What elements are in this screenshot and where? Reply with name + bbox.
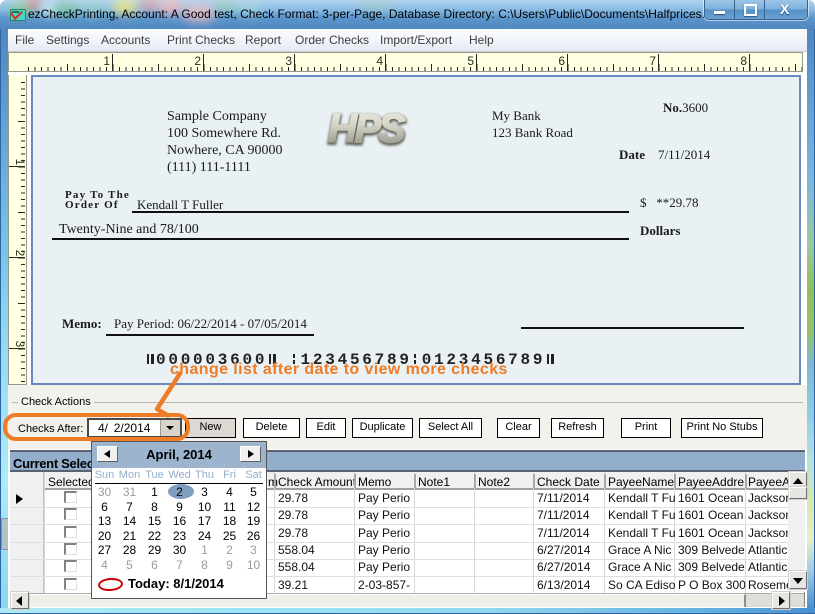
svg-text:HPS: HPS xyxy=(328,107,406,148)
